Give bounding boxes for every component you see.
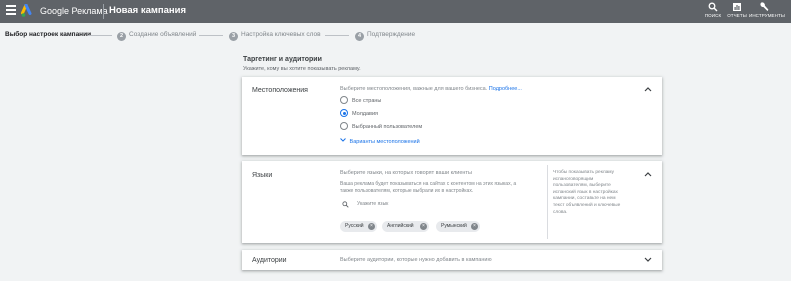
reports-icon bbox=[733, 3, 741, 11]
hint-divider bbox=[547, 165, 548, 239]
chevron-down-icon bbox=[340, 138, 346, 142]
audiences-label: Аудитории bbox=[252, 257, 287, 264]
reports-button-label: ОТЧЕТЫ bbox=[727, 13, 747, 18]
wrench-icon bbox=[760, 2, 769, 11]
audiences-prompt: Выберите аудитории, которые нужно добави… bbox=[340, 257, 492, 263]
chip-label: Английский bbox=[387, 223, 414, 229]
radio-button[interactable] bbox=[340, 109, 348, 117]
language-search-placeholder: Укажите язык bbox=[357, 201, 389, 207]
step-number: 3 bbox=[229, 32, 238, 41]
top-bar: Google Реклама Новая кампания ПОИСК ОТЧЕ… bbox=[0, 0, 791, 23]
chevron-down-icon[interactable] bbox=[644, 257, 652, 263]
locations-prompt: Выберите местоположения, важные для ваше… bbox=[340, 86, 522, 92]
chip-label: Русский bbox=[345, 223, 364, 229]
search-icon bbox=[342, 201, 349, 208]
hint-line: пользователям, выберите bbox=[553, 183, 611, 189]
chevron-up-icon[interactable] bbox=[644, 171, 652, 177]
brand-name: Google Реклама bbox=[40, 6, 108, 16]
step-keywords[interactable]: 3 Настройка ключевых слов bbox=[229, 31, 321, 41]
section-title: Таргетинг и аудитории bbox=[243, 56, 322, 63]
hint-line: кампании, составьте на нем bbox=[553, 196, 616, 202]
language-chip-russian[interactable]: Русский × bbox=[340, 221, 377, 232]
page-title: Новая кампания bbox=[109, 5, 187, 16]
hint-line: Чтобы показывать рекламу bbox=[553, 170, 615, 175]
step-label: Подтверждение bbox=[367, 31, 416, 38]
chip-label: Румынский bbox=[441, 223, 467, 229]
reports-button[interactable]: ОТЧЕТЫ bbox=[727, 2, 747, 18]
search-icon bbox=[708, 2, 718, 12]
hint-line: текст объявлений и ключевые bbox=[553, 202, 621, 208]
language-chip-romanian[interactable]: Румынский × bbox=[436, 221, 480, 232]
chevron-up-icon[interactable] bbox=[644, 86, 652, 92]
tools-button-label: ИНСТРУМЕНТЫ bbox=[749, 13, 785, 18]
languages-prompt: Выберите языки, на которых говорят ваши … bbox=[340, 170, 472, 176]
step-connector bbox=[88, 35, 112, 36]
languages-description-line2: также пользователям, которые выбрали их … bbox=[340, 188, 474, 194]
language-hint: Чтобы показывать рекламу испаноговорящим… bbox=[553, 170, 645, 216]
search-button-label: ПОИСК bbox=[704, 13, 722, 18]
location-option-moldova[interactable]: Молдавия bbox=[340, 109, 378, 117]
close-icon[interactable]: × bbox=[420, 223, 427, 230]
step-label: Настройка ключевых слов bbox=[241, 31, 321, 38]
step-campaign-settings[interactable]: Выбор настроек кампании bbox=[5, 31, 91, 38]
audiences-card[interactable]: Аудитории Выберите аудитории, которые ну… bbox=[242, 250, 662, 270]
step-create-ads[interactable]: 2 Создание объявлений bbox=[117, 31, 196, 41]
locations-prompt-text: Выберите местоположения, важные для ваше… bbox=[340, 86, 488, 92]
step-number: 2 bbox=[117, 32, 126, 41]
option-label: Выбранный пользователем bbox=[352, 124, 423, 130]
location-option-custom[interactable]: Выбранный пользователем bbox=[340, 122, 422, 130]
languages-label: Языки bbox=[252, 172, 273, 179]
language-search-field[interactable]: Укажите язык bbox=[340, 199, 500, 211]
step-connector bbox=[199, 35, 223, 36]
step-confirmation[interactable]: 4 Подтверждение bbox=[355, 31, 415, 41]
hint-line: слова. bbox=[553, 209, 568, 215]
menu-icon[interactable] bbox=[6, 5, 16, 17]
location-variants-toggle[interactable]: Варианты местоположений bbox=[340, 138, 420, 145]
radio-button[interactable] bbox=[340, 122, 348, 130]
languages-description-line1: Ваша реклама будет показываться на сайта… bbox=[340, 181, 517, 187]
locations-card: Местоположения Выберите местоположения, … bbox=[242, 77, 662, 155]
option-label: Молдавия bbox=[352, 111, 379, 117]
location-variants-link[interactable]: Варианты местоположений bbox=[350, 139, 420, 145]
search-button[interactable]: ПОИСК bbox=[701, 2, 725, 18]
hint-line: испанский язык в настройках bbox=[553, 189, 618, 195]
tools-button[interactable]: ИНСТРУМЕНТЫ bbox=[749, 2, 785, 18]
campaign-stepper: Выбор настроек кампании 2 Создание объявл… bbox=[0, 27, 791, 43]
locations-label: Местоположения bbox=[252, 87, 308, 94]
radio-button[interactable] bbox=[340, 96, 348, 104]
location-option-all[interactable]: Все страны bbox=[340, 96, 381, 104]
learn-more-link[interactable]: Подробнее... bbox=[489, 86, 522, 92]
step-connector bbox=[325, 35, 349, 36]
option-label: Все страны bbox=[352, 98, 382, 104]
header-divider bbox=[103, 4, 104, 19]
google-ads-logo-icon bbox=[21, 4, 32, 17]
section-subtitle: Укажите, кому вы хотите показывать рекла… bbox=[243, 66, 361, 72]
close-icon[interactable]: × bbox=[471, 223, 478, 230]
step-number: 4 bbox=[355, 32, 364, 41]
step-label: Создание объявлений bbox=[129, 31, 197, 38]
language-chip-english[interactable]: Английский × bbox=[382, 221, 429, 232]
close-icon[interactable]: × bbox=[368, 223, 375, 230]
